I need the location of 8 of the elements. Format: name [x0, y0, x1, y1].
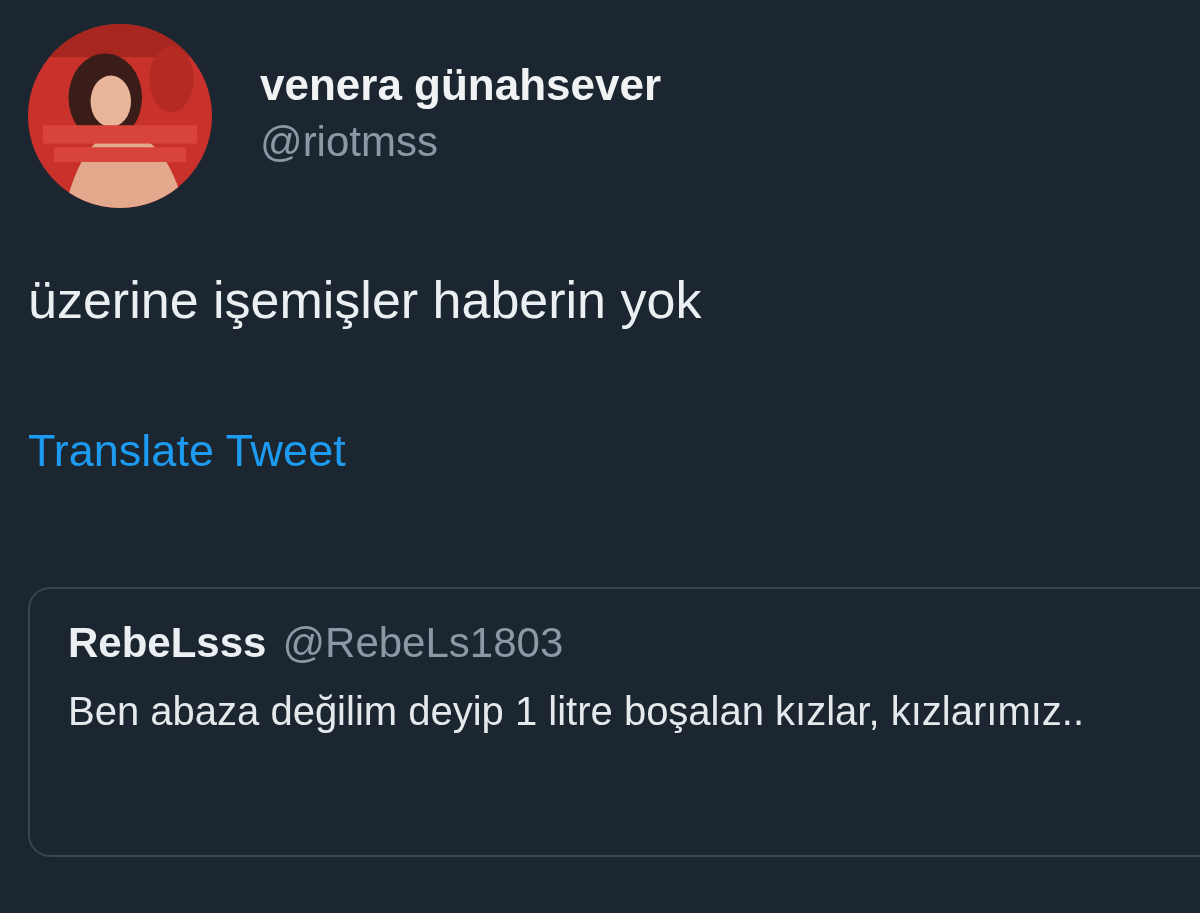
quoted-tweet-text: Ben abaza değilim deyip 1 litre boşalan kızlar, kızlarımız..	[68, 688, 1086, 735]
tweet-text: üzerine işemişler haberin yok	[28, 270, 703, 330]
author-name: venera günahsever	[260, 60, 662, 110]
author-handle: @riotmss	[260, 118, 439, 166]
quoted-tweet-card[interactable]: RebeLsss @RebeLs1803 Ben abaza değilim deyip 1 litre boşalan kızlar, kızlarımız..	[28, 587, 1200, 857]
translate-link[interactable]: Translate Tweet	[28, 425, 346, 477]
quoted-author-handle: @RebeLs1803	[282, 619, 564, 667]
quoted-author-name: RebeLsss	[68, 619, 267, 667]
